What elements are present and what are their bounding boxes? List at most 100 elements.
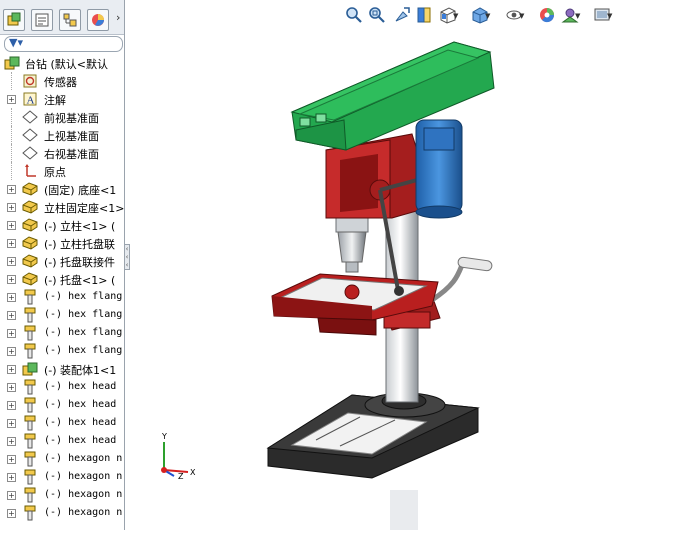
panel-collapse-handle[interactable]: ‹ ‹ ‹	[124, 244, 130, 270]
tree-item[interactable]: 传感器	[0, 72, 124, 90]
tree-item[interactable]: + (-) 托盘联接件	[0, 252, 124, 270]
tree-connector-line	[11, 108, 13, 126]
fastener-icon	[22, 415, 38, 431]
tree-item[interactable]: + (-) 装配体1<1	[0, 360, 124, 378]
tree-item[interactable]: 右视基准面	[0, 144, 124, 162]
tree-item-label: (-) hexagon n	[44, 507, 123, 518]
expand-toggle-icon[interactable]: +	[7, 95, 16, 104]
annotation-icon: A	[22, 91, 38, 107]
expand-toggle-icon[interactable]: +	[7, 455, 16, 464]
tree-item[interactable]: + (-) 托盘<1> (	[0, 270, 124, 288]
tree-item[interactable]: + (-) hexagon n	[0, 486, 124, 504]
tree-item-label: (-) hex flang	[44, 309, 123, 320]
tree-item[interactable]: + (-) hex flang	[0, 342, 124, 360]
tree-item-label: (-) hexagon n	[44, 471, 123, 482]
tree-item-label: (-) hex flang	[44, 291, 123, 302]
drill-press-model[interactable]	[131, 34, 698, 530]
expand-toggle-icon[interactable]: +	[7, 257, 16, 266]
tree-item[interactable]: + (-) hex head	[0, 414, 124, 432]
tree-item[interactable]: + (-) hexagon n	[0, 504, 124, 522]
section-view-icon[interactable]	[415, 6, 435, 28]
tree-item[interactable]: + 立柱固定座<1>	[0, 198, 124, 216]
axis-triad: Y X Z	[154, 432, 198, 482]
expand-toggle-icon[interactable]: +	[7, 239, 16, 248]
tree-item-label: 传感器	[44, 76, 77, 89]
display-style-icon[interactable]: ▼	[471, 6, 491, 28]
tree-connector-line	[11, 126, 13, 144]
graphics-area[interactable]	[131, 34, 698, 530]
tree-item[interactable]: 上视基准面	[0, 126, 124, 144]
expand-toggle-icon[interactable]: +	[7, 293, 16, 302]
tree-root-label: 台钻 (默认<默认	[25, 58, 109, 71]
zoom-to-area-icon[interactable]	[368, 6, 388, 28]
previous-view-icon[interactable]	[393, 6, 413, 28]
tree-item[interactable]: + (固定) 底座<1	[0, 180, 124, 198]
part-icon	[22, 217, 38, 233]
expand-toggle-icon[interactable]: +	[7, 491, 16, 500]
tree-item[interactable]: + A 注解	[0, 90, 124, 108]
tree-item[interactable]: + (-) hexagon n	[0, 450, 124, 468]
configuration-manager-tab[interactable]	[59, 9, 81, 31]
feature-manager-tab[interactable]	[3, 9, 25, 31]
tree-item[interactable]: + (-) 立柱托盘联	[0, 234, 124, 252]
apply-scene-icon[interactable]: ▼	[561, 6, 581, 28]
expand-toggle-icon[interactable]: +	[7, 185, 16, 194]
view-orientation-icon[interactable]: ▼	[439, 6, 459, 28]
tree-root[interactable]: 台钻 (默认<默认	[0, 54, 124, 72]
expand-toggle-icon[interactable]: +	[7, 311, 16, 320]
fastener-icon	[22, 325, 38, 341]
expand-toggle-icon[interactable]: +	[7, 203, 16, 212]
expand-toggle-icon[interactable]: +	[7, 509, 16, 518]
configuration-manager-icon	[63, 13, 77, 27]
tree-item-label: (-) hexagon n	[44, 453, 123, 464]
filter-box[interactable]: ▼▾	[4, 36, 123, 52]
expand-toggle-icon[interactable]: +	[7, 329, 16, 338]
tree-item-label: (-) 装配体1<1	[44, 364, 117, 377]
edit-appearance-icon[interactable]	[538, 6, 558, 28]
hide-show-items-icon[interactable]: ▼	[505, 6, 525, 28]
triad-x-label: X	[190, 468, 196, 477]
tree-item[interactable]: + (-) hex head	[0, 396, 124, 414]
tree-item-label: (-) hex head	[44, 381, 117, 392]
expand-toggle-icon[interactable]: +	[7, 437, 16, 446]
tree-item-label: 右视基准面	[44, 148, 99, 161]
expand-toggle-icon[interactable]: +	[7, 383, 16, 392]
display-manager-icon	[92, 14, 104, 26]
more-tabs-chevron-icon[interactable]: ›	[116, 11, 120, 24]
assembly-icon	[4, 55, 20, 71]
expand-toggle-icon[interactable]: +	[7, 473, 16, 482]
part-icon	[22, 235, 38, 251]
fastener-icon	[22, 469, 38, 485]
tree-item[interactable]: 前视基准面	[0, 108, 124, 126]
expand-toggle-icon[interactable]: +	[7, 221, 16, 230]
filter-icon[interactable]: ▼▾	[9, 36, 23, 49]
tree-item[interactable]: + (-) hexagon n	[0, 468, 124, 486]
property-manager-tab[interactable]	[31, 9, 53, 31]
tree-item[interactable]: + (-) hex head	[0, 432, 124, 450]
tree-item[interactable]: + (-) hex flang	[0, 288, 124, 306]
tree-item[interactable]: + (-) hex flang	[0, 324, 124, 342]
expand-toggle-icon[interactable]: +	[7, 275, 16, 284]
expand-toggle-icon[interactable]: +	[7, 347, 16, 356]
tree-item[interactable]: + (-) hex flang	[0, 306, 124, 324]
panel-tabs: ›	[0, 0, 124, 35]
feature-manager-panel: › ▼▾ 台钻 (默认<默认 传感器 + A 注解 前视基准面 上视基准面 右视基准面 原点 +…	[0, 0, 125, 530]
tree-item-label: (-) hex flang	[44, 345, 123, 356]
tree-item-label: (-) 托盘联接件	[44, 256, 116, 269]
tree-item-label: 立柱固定座<1>	[44, 202, 124, 215]
view-settings-icon[interactable]: ▼	[593, 6, 613, 28]
fastener-icon	[22, 379, 38, 395]
heads-up-view-toolbar: ▼ ▼ ▼ ▼ ▼	[345, 6, 625, 30]
tree-item[interactable]: 原点	[0, 162, 124, 180]
plane-icon	[22, 109, 38, 125]
expand-toggle-icon[interactable]: +	[7, 419, 16, 428]
expand-toggle-icon[interactable]: +	[7, 401, 16, 410]
feature-tree-icon	[7, 12, 21, 26]
zoom-to-fit-icon[interactable]	[345, 6, 365, 28]
display-manager-tab[interactable]	[87, 9, 109, 31]
tree-item[interactable]: + (-) hex head	[0, 378, 124, 396]
tree-item[interactable]: + (-) 立柱<1> (	[0, 216, 124, 234]
tree-item-label: (-) hex head	[44, 435, 117, 446]
fastener-icon	[22, 343, 38, 359]
expand-toggle-icon[interactable]: +	[7, 365, 16, 374]
